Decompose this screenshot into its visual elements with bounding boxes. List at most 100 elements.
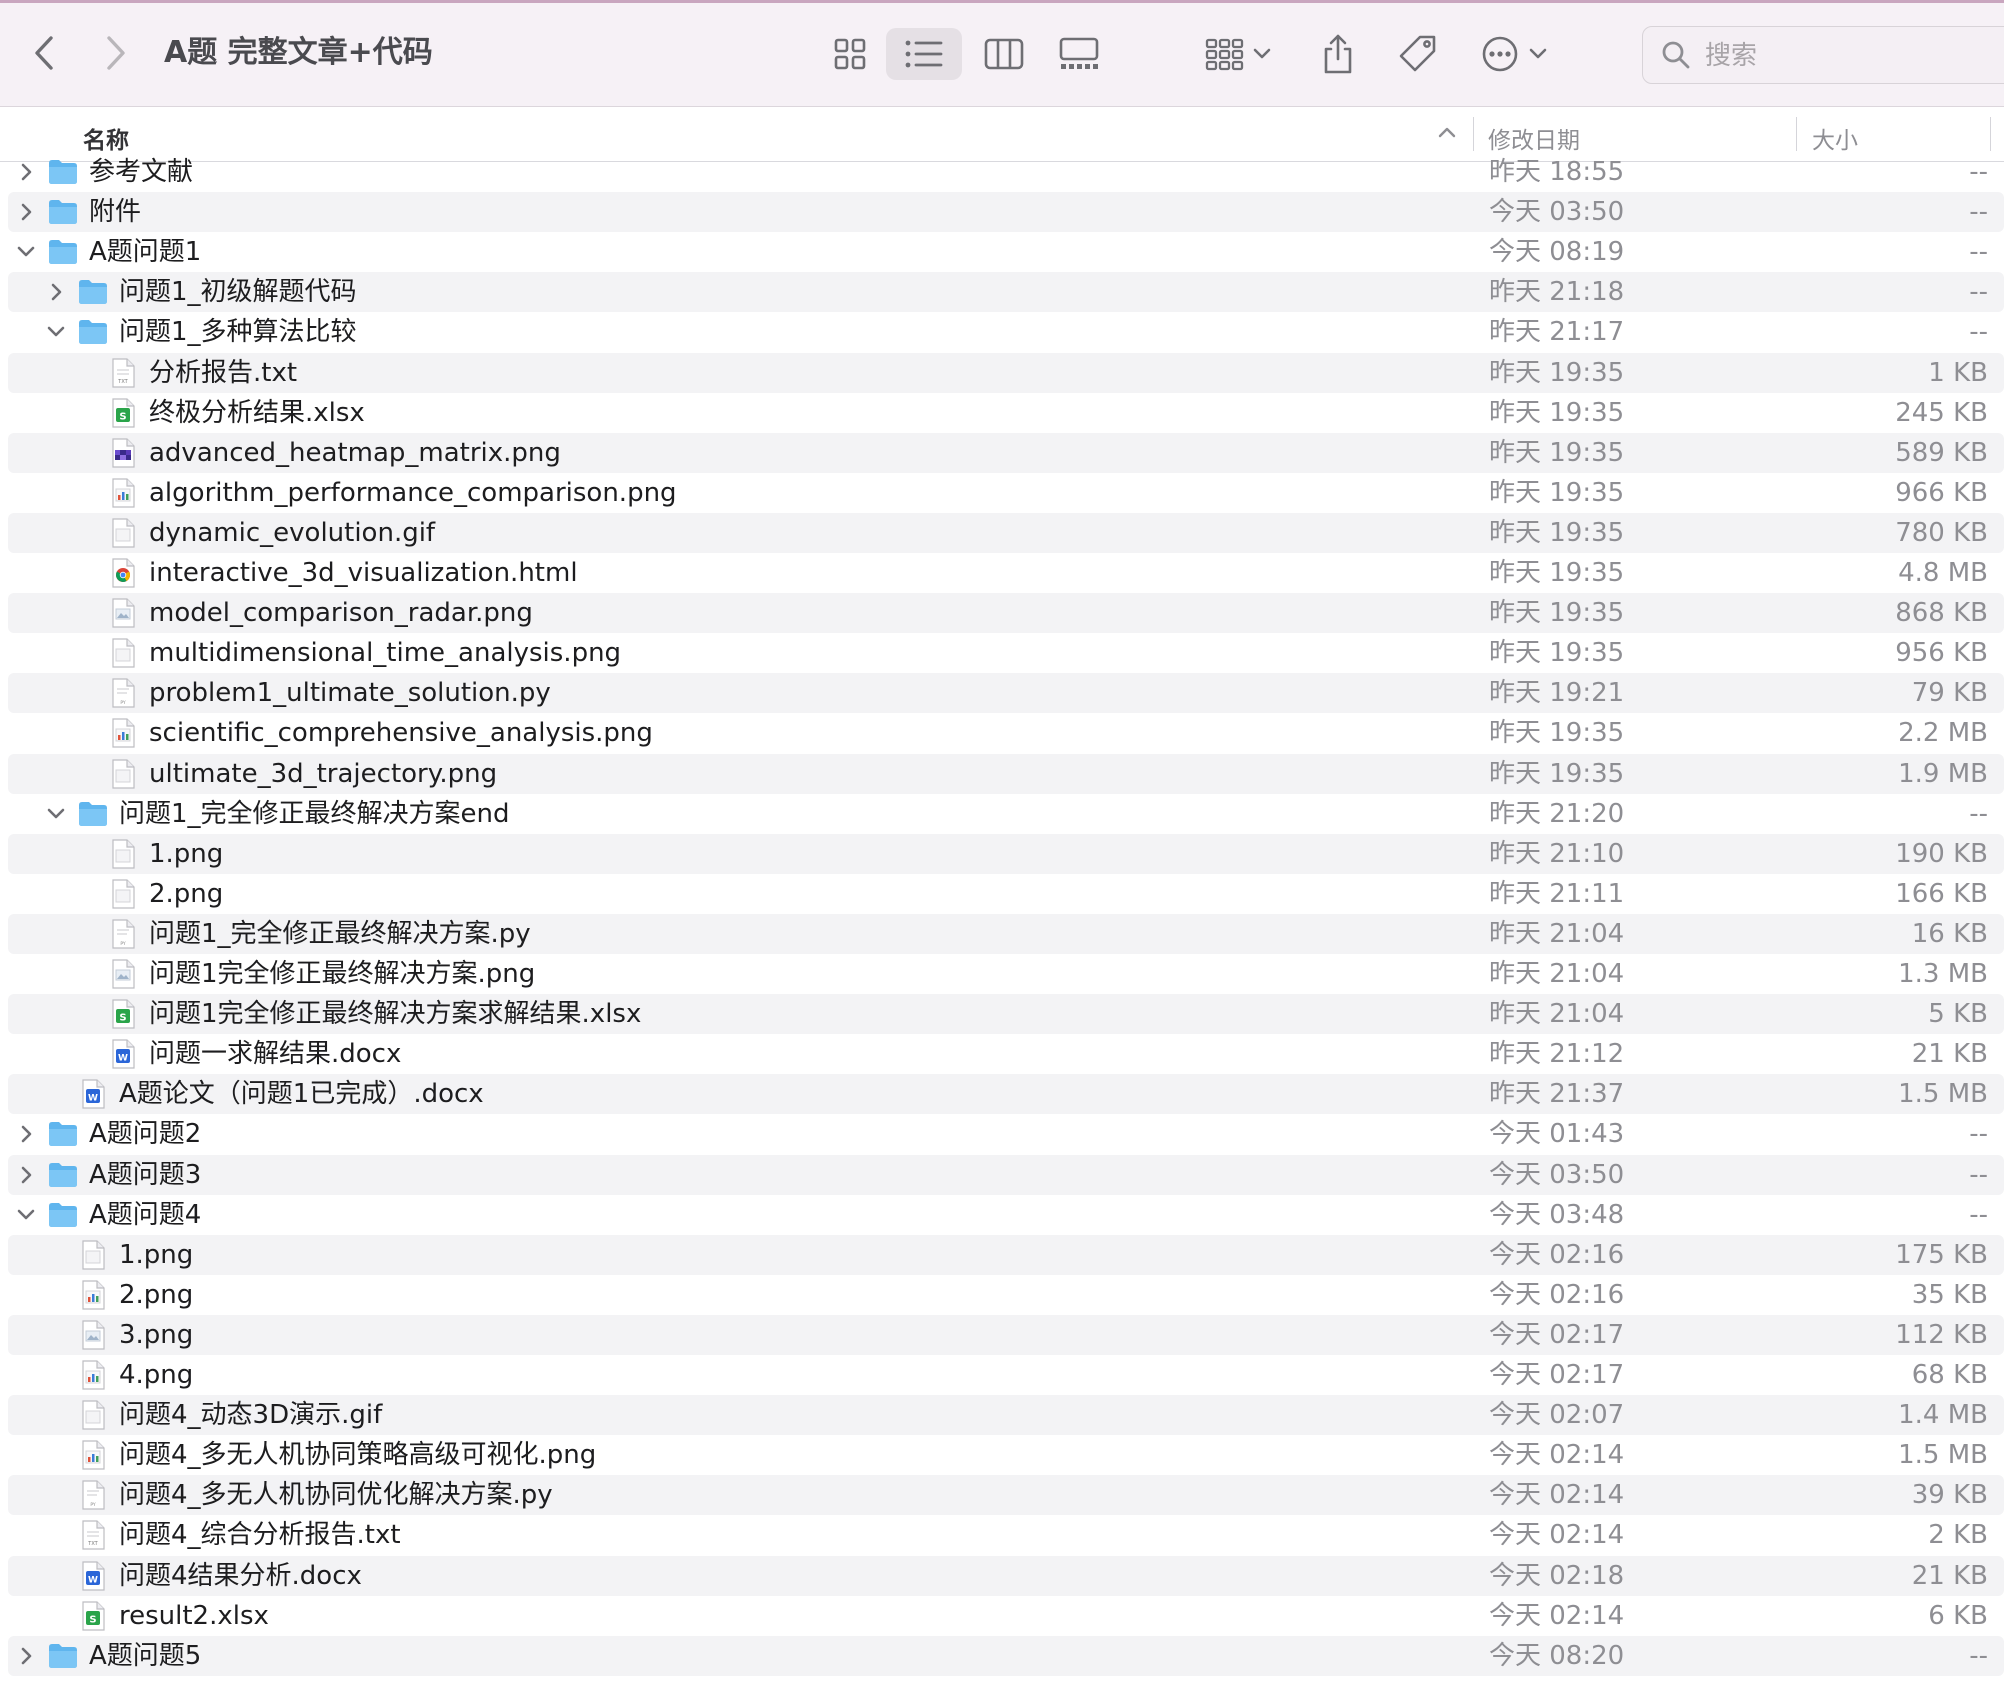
folder-row[interactable]: A题问题2 今天 01:43 -- bbox=[8, 1114, 2004, 1154]
disclosure-chevron-right-icon[interactable] bbox=[44, 280, 68, 304]
folder-icon bbox=[47, 1640, 79, 1672]
svg-text:W: W bbox=[88, 1094, 98, 1104]
more-actions-button[interactable] bbox=[1470, 28, 1558, 80]
file-size: 966 KB bbox=[1895, 477, 1988, 508]
list-icon bbox=[904, 38, 944, 70]
column-divider[interactable] bbox=[1990, 117, 1991, 151]
group-by-button[interactable] bbox=[1196, 28, 1280, 80]
file-row[interactable]: 1.png 今天 02:16 175 KB bbox=[8, 1234, 2004, 1275]
file-date-modified: 今天 03:48 bbox=[1489, 1199, 1625, 1230]
file-row[interactable]: 2.png 今天 02:16 35 KB bbox=[8, 1275, 2004, 1315]
file-date-modified: 今天 02:14 bbox=[1489, 1440, 1625, 1471]
view-as-list-button[interactable] bbox=[886, 28, 962, 80]
folder-icon bbox=[47, 1199, 79, 1231]
svg-text:TXT: TXT bbox=[117, 379, 128, 385]
file-row[interactable]: 问题4_动态3D演示.gif 今天 02:07 1.4 MB bbox=[8, 1395, 2004, 1436]
file-row[interactable]: PY 问题1_完全修正最终解决方案.py 昨天 21:04 16 KB bbox=[8, 913, 2004, 954]
file-row[interactable]: Sresult2.xlsx 今天 02:14 6 KB bbox=[8, 1596, 2004, 1636]
file-date-modified: 昨天 18:55 bbox=[1489, 157, 1625, 187]
column-header-name[interactable]: 名称 bbox=[83, 121, 129, 155]
file-row[interactable]: W A题论文（问题1已完成）.docx 昨天 21:37 1.5 MB bbox=[8, 1074, 2004, 1115]
disclosure-chevron-right-icon[interactable] bbox=[14, 1122, 38, 1146]
folder-row[interactable]: A题问题4 今天 03:48 -- bbox=[8, 1195, 2004, 1235]
file-row[interactable]: dynamic_evolution.gif 昨天 19:35 780 KB bbox=[8, 512, 2004, 553]
file-size: -- bbox=[1969, 1199, 1988, 1230]
file-row[interactable]: algorithm_performance_comparison.png 昨天 1… bbox=[8, 473, 2004, 513]
chevron-down-icon bbox=[1529, 48, 1547, 60]
file-row[interactable]: scientific_comprehensive_analysis.png 昨天 … bbox=[8, 713, 2004, 753]
image-file-icon bbox=[77, 1239, 109, 1271]
file-row[interactable]: 2.png 昨天 21:11 166 KB bbox=[8, 874, 2004, 914]
search-input[interactable] bbox=[1703, 35, 2004, 77]
folder-row[interactable]: 问题1_多种算法比较 昨天 21:17 -- bbox=[8, 312, 2004, 352]
view-as-columns-button[interactable] bbox=[972, 28, 1036, 80]
search-icon bbox=[1661, 40, 1691, 70]
file-name: algorithm_performance_comparison.png bbox=[149, 477, 677, 508]
file-row[interactable]: PY 问题4_多无人机协同优化解决方案.py 今天 02:14 39 KB bbox=[8, 1475, 2004, 1516]
svg-text:TXT: TXT bbox=[87, 1541, 98, 1547]
disclosure-chevron-down-icon[interactable] bbox=[14, 1203, 38, 1227]
file-size: 35 KB bbox=[1911, 1279, 1988, 1310]
share-button[interactable] bbox=[1310, 26, 1366, 82]
file-row[interactable]: 问题1完全修正最终解决方案.png 昨天 21:04 1.3 MB bbox=[8, 954, 2004, 994]
image-file-icon bbox=[107, 758, 139, 790]
file-name: 问题4_多无人机协同优化解决方案.py bbox=[119, 1480, 553, 1511]
file-row[interactable]: ultimate_3d_trajectory.png 昨天 19:35 1.9 MB bbox=[8, 753, 2004, 794]
file-row[interactable]: S 终极分析结果.xlsx 昨天 19:35 245 KB bbox=[8, 393, 2004, 433]
gif-file-icon bbox=[107, 517, 139, 549]
folder-row[interactable]: A题问题5 今天 08:20 -- bbox=[8, 1635, 2004, 1676]
folder-row[interactable]: 参考文献 昨天 18:55 -- bbox=[8, 152, 2004, 192]
folder-icon bbox=[77, 276, 109, 308]
view-as-icons-button[interactable] bbox=[820, 28, 880, 80]
column-header-size[interactable]: 大小 bbox=[1812, 121, 1858, 155]
disclosure-chevron-down-icon[interactable] bbox=[44, 320, 68, 344]
file-row[interactable]: TXT 问题4_综合分析报告.txt 今天 02:14 2 KB bbox=[8, 1515, 2004, 1555]
file-row[interactable]: multidimensional_time_analysis.png 昨天 19:… bbox=[8, 633, 2004, 673]
folder-row[interactable]: A题问题1 今天 08:19 -- bbox=[8, 232, 2004, 272]
file-name: 问题1完全修正最终解决方案.png bbox=[149, 959, 536, 989]
file-size: 190 KB bbox=[1895, 838, 1988, 869]
folder-icon bbox=[47, 1159, 79, 1191]
file-name: problem1_ultimate_solution.py bbox=[149, 678, 551, 709]
tag-button[interactable] bbox=[1390, 26, 1446, 82]
file-row[interactable]: 3.png 今天 02:17 112 KB bbox=[8, 1314, 2004, 1355]
file-row[interactable]: interactive_3d_visualization.html 昨天 19:3… bbox=[8, 553, 2004, 593]
disclosure-chevron-right-icon[interactable] bbox=[14, 160, 38, 184]
forward-button[interactable] bbox=[92, 30, 138, 76]
search-field[interactable] bbox=[1642, 26, 2004, 84]
file-row[interactable]: S 问题1完全修正最终解决方案求解结果.xlsx 昨天 21:04 5 KB bbox=[8, 994, 2004, 1035]
file-row[interactable]: W 问题4结果分析.docx 今天 02:18 21 KB bbox=[8, 1555, 2004, 1596]
file-row[interactable]: PY problem1_ultimate_solution.py 昨天 19:21 7… bbox=[8, 673, 2004, 714]
folder-row[interactable]: 问题1_完全修正最终解决方案end 昨天 21:20 -- bbox=[8, 794, 2004, 834]
file-size: -- bbox=[1969, 1159, 1988, 1190]
view-as-gallery-button[interactable] bbox=[1046, 28, 1112, 80]
disclosure-chevron-right-icon[interactable] bbox=[14, 200, 38, 224]
column-divider[interactable] bbox=[1796, 117, 1797, 151]
disclosure-chevron-down-icon[interactable] bbox=[14, 240, 38, 264]
disclosure-chevron-down-icon[interactable] bbox=[44, 802, 68, 826]
folder-row[interactable]: 问题1_初级解题代码 昨天 21:18 -- bbox=[8, 272, 2004, 313]
folder-row[interactable]: A题问题3 今天 03:50 -- bbox=[8, 1154, 2004, 1195]
disclosure-chevron-right-icon[interactable] bbox=[14, 1163, 38, 1187]
back-button[interactable] bbox=[22, 30, 68, 76]
column-divider[interactable] bbox=[1473, 117, 1474, 151]
svg-text:S: S bbox=[119, 1013, 126, 1024]
file-row[interactable]: W 问题一求解结果.docx 昨天 21:12 21 KB bbox=[8, 1034, 2004, 1074]
file-row[interactable]: 1.png 昨天 21:10 190 KB bbox=[8, 833, 2004, 874]
file-name: 附件 bbox=[89, 197, 142, 228]
file-row[interactable]: 问题4_多无人机协同策略高级可视化.png 今天 02:14 1.5 MB bbox=[8, 1435, 2004, 1475]
file-size: -- bbox=[1969, 237, 1988, 268]
file-row[interactable]: advanced_heatmap_matrix.png 昨天 19:35 589 K… bbox=[8, 432, 2004, 473]
chevron-right-icon bbox=[100, 34, 130, 72]
file-row[interactable]: 4.png 今天 02:17 68 KB bbox=[8, 1355, 2004, 1395]
sort-ascending-icon[interactable] bbox=[1436, 121, 1462, 147]
file-row[interactable]: TXT 分析报告.txt 昨天 19:35 1 KB bbox=[8, 352, 2004, 393]
column-header-date[interactable]: 修改日期 bbox=[1488, 121, 1580, 155]
folder-row[interactable]: 附件 今天 03:50 -- bbox=[8, 192, 2004, 233]
file-name: 问题4_综合分析报告.txt bbox=[119, 1520, 401, 1551]
file-row[interactable]: model_comparison_radar.png 昨天 19:35 868 KB bbox=[8, 593, 2004, 634]
disclosure-chevron-right-icon[interactable] bbox=[14, 1644, 38, 1668]
window-accent-bar bbox=[0, 0, 2004, 3]
file-name: 问题4结果分析.docx bbox=[119, 1560, 362, 1591]
grid-icon bbox=[833, 37, 867, 71]
